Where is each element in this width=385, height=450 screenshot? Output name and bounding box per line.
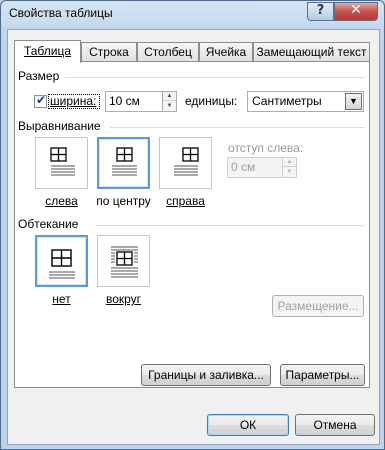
- tab-panel-table: Размер ✔ ширина: 10 см ▲ ▼ единицы: Сант…: [14, 61, 370, 388]
- align-left-option[interactable]: [35, 137, 88, 189]
- tab-label: Замещающий текст: [256, 45, 367, 59]
- indent-spinner[interactable]: ▲ ▼: [282, 157, 297, 178]
- tab-alt-text[interactable]: Замещающий текст: [253, 42, 370, 62]
- alignment-group-title: Выравнивание: [18, 119, 101, 133]
- width-spinner[interactable]: ▲ ▼: [162, 91, 177, 112]
- align-left-icon: [50, 147, 75, 176]
- size-group-title: Размер: [18, 69, 60, 83]
- placement-button[interactable]: Размещение...: [272, 295, 364, 317]
- tab-label: Строка: [89, 45, 129, 59]
- align-right-option[interactable]: [159, 137, 212, 189]
- ok-button[interactable]: ОК: [207, 414, 289, 436]
- borders-shading-button[interactable]: Границы и заливка...: [141, 364, 271, 386]
- wrapping-group-title: Обтекание: [18, 217, 79, 231]
- wrap-none-icon: [49, 249, 75, 279]
- units-label: единицы:: [185, 94, 238, 108]
- tab-cell[interactable]: Ячейка: [199, 42, 253, 62]
- close-button[interactable]: ✕: [334, 2, 378, 21]
- help-icon: ?: [316, 3, 325, 18]
- width-label: ширина:: [50, 94, 97, 108]
- title-bar: Свойства таблицы ? ✕: [1, 1, 384, 29]
- spin-up-icon[interactable]: ▲: [163, 92, 176, 101]
- table-properties-dialog: Свойства таблицы ? ✕ Таблица Строка Стол…: [0, 0, 385, 450]
- dialog-title: Свойства таблицы: [9, 6, 113, 20]
- width-input[interactable]: 10 см: [105, 91, 163, 112]
- align-center-icon: [112, 147, 137, 176]
- alignment-divider: [110, 127, 365, 128]
- units-value: Сантиметры: [252, 94, 322, 108]
- dialog-client-area: Таблица Строка Столбец Ячейка Замещающий…: [7, 29, 380, 445]
- spin-up-icon[interactable]: ▲: [283, 158, 296, 167]
- wrap-none-option[interactable]: [35, 235, 88, 287]
- tab-table[interactable]: Таблица: [14, 40, 81, 63]
- wrap-around-option[interactable]: [97, 235, 150, 287]
- cancel-button[interactable]: Отмена: [295, 414, 375, 436]
- units-select[interactable]: Сантиметры ▼: [247, 91, 364, 112]
- tab-column[interactable]: Столбец: [137, 42, 199, 62]
- indent-input[interactable]: 0 см: [227, 157, 283, 178]
- wrap-around-icon: [111, 246, 138, 278]
- close-icon: ✕: [350, 2, 362, 18]
- wrapping-divider: [95, 225, 365, 226]
- tab-label: Таблица: [23, 44, 72, 58]
- indent-label: отступ слева:: [228, 141, 304, 155]
- options-button[interactable]: Параметры...: [280, 364, 365, 386]
- align-center-label: по центру: [96, 194, 151, 208]
- help-button[interactable]: ?: [307, 2, 334, 21]
- tab-label: Столбец: [144, 45, 192, 59]
- width-checkbox[interactable]: ✔: [34, 93, 47, 108]
- size-divider: [65, 77, 365, 78]
- chevron-down-icon[interactable]: ▼: [345, 93, 362, 110]
- spin-down-icon[interactable]: ▼: [163, 102, 176, 111]
- spin-down-icon[interactable]: ▼: [283, 168, 296, 177]
- align-right-icon: [174, 147, 199, 176]
- tab-row[interactable]: Строка: [81, 42, 137, 62]
- align-left-label: слева: [45, 194, 78, 208]
- wrap-around-label: вокруг: [105, 292, 142, 306]
- wrap-none-label: нет: [52, 292, 71, 306]
- checkmark-icon: ✔: [36, 93, 47, 107]
- align-center-option[interactable]: [97, 137, 150, 189]
- tab-label: Ячейка: [205, 45, 247, 59]
- align-right-label: справа: [166, 194, 205, 208]
